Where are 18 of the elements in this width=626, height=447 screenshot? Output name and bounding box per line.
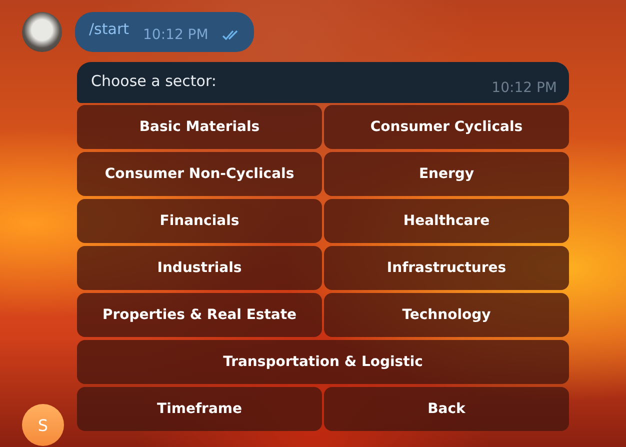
keyboard-button[interactable]: Back	[324, 387, 569, 431]
keyboard-button[interactable]: Transportation & Logistic	[77, 340, 569, 384]
keyboard-button[interactable]: Properties & Real Estate	[77, 293, 322, 337]
message-time: 10:12 PM	[492, 80, 557, 96]
message-text: /start	[89, 20, 129, 38]
message-text: Choose a sector:	[91, 72, 216, 90]
message-time: 10:12 PM	[143, 27, 208, 43]
keyboard-button[interactable]: Consumer Non-Cyclicals	[77, 152, 322, 196]
keyboard-button[interactable]: Energy	[324, 152, 569, 196]
keyboard-button[interactable]: Healthcare	[324, 199, 569, 243]
user-avatar[interactable]	[22, 12, 62, 52]
keyboard-button[interactable]: Industrials	[77, 246, 322, 290]
keyboard-button[interactable]: Timeframe	[77, 387, 322, 431]
keyboard-button[interactable]: Financials	[77, 199, 322, 243]
keyboard-button[interactable]: Technology	[324, 293, 569, 337]
keyboard-button[interactable]: Basic Materials	[77, 105, 322, 149]
keyboard-button[interactable]: Consumer Cyclicals	[324, 105, 569, 149]
keyboard-button[interactable]: Infrastructures	[324, 246, 569, 290]
